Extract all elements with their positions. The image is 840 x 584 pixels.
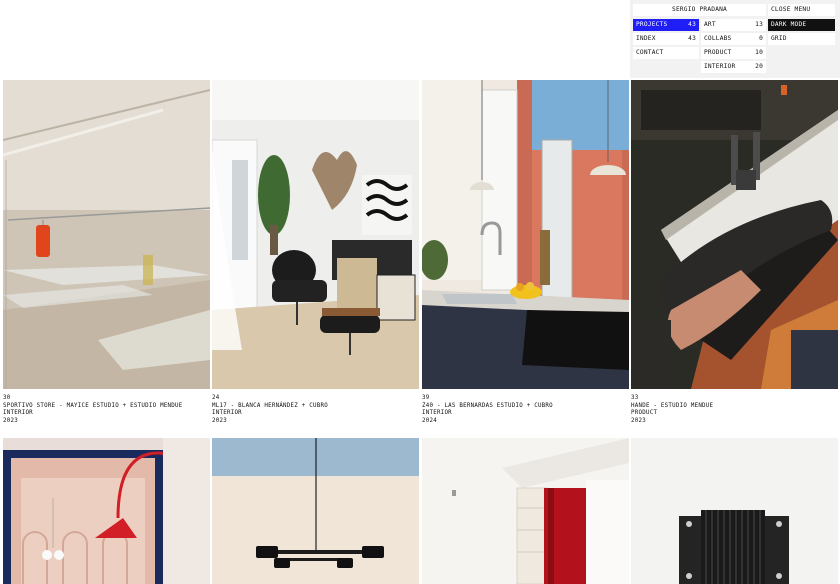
close-menu-button[interactable]: CLOSE MENU <box>768 4 835 16</box>
project-category: INTERIOR <box>212 410 242 417</box>
project-number: 39 <box>422 395 430 401</box>
close-menu-label: CLOSE MENU <box>771 6 811 13</box>
menu-item-label: INTERIOR <box>704 63 736 70</box>
project-year: 2023 <box>631 417 646 424</box>
project-number: 33 <box>631 395 639 401</box>
dark-mode-toggle[interactable]: DARK MODE <box>768 19 835 31</box>
menu-item-count: 20 <box>755 63 763 70</box>
menu-item-count: 10 <box>755 49 763 56</box>
menu-item-collabs[interactable]: COLLABS 0 <box>701 33 766 45</box>
living-room-image <box>212 80 419 389</box>
project-tile-8[interactable] <box>631 438 838 584</box>
pendant-lamp-image <box>212 438 419 584</box>
menu-item-product[interactable]: PRODUCT 10 <box>701 47 766 59</box>
project-category: INTERIOR <box>422 410 452 417</box>
project-title[interactable]: ML17 - BLANCA HERNÁNDEZ + CUBRO <box>212 403 328 411</box>
menu-item-label: INDEX <box>636 35 656 42</box>
project-tile-7[interactable] <box>422 438 629 584</box>
project-title[interactable]: HANDE - ESTUDIO MENDUE <box>631 403 713 411</box>
project-tile-5[interactable] <box>3 438 210 584</box>
project-number: 24 <box>212 395 220 401</box>
project-tile-ml17[interactable] <box>212 80 419 389</box>
project-caption: 30 SPORTIVO STORE - MAYICE ESTUDIO + EST… <box>3 395 183 425</box>
project-tile-6[interactable] <box>212 438 419 584</box>
grid-label: GRID <box>771 35 787 42</box>
curtain-room-image <box>422 438 629 584</box>
project-number: 30 <box>3 395 11 401</box>
project-year: 2024 <box>422 417 437 424</box>
menu-item-label: PRODUCT <box>704 49 732 56</box>
project-tile-sportivo-store[interactable] <box>3 80 210 389</box>
store-interior-image <box>3 80 210 389</box>
project-caption: 24 ML17 - BLANCA HERNÁNDEZ + CUBRO INTER… <box>212 395 328 425</box>
project-year: 2023 <box>212 417 227 424</box>
menu-item-label: ART <box>704 21 716 28</box>
menu-item-label: CONTACT <box>636 49 664 56</box>
menu-item-index[interactable]: INDEX 43 <box>633 33 699 45</box>
menu-item-count: 43 <box>688 21 696 28</box>
sculpture-image <box>631 438 838 584</box>
menu-item-contact[interactable]: CONTACT <box>633 47 699 59</box>
project-category: INTERIOR <box>3 410 33 417</box>
brand-label: SERGIO PRADANA <box>672 6 727 13</box>
leather-roll-image <box>631 80 838 389</box>
menu-item-art[interactable]: ART 13 <box>701 19 766 31</box>
project-category: PRODUCT <box>631 410 658 417</box>
menu-item-count: 13 <box>755 21 763 28</box>
project-tile-z40[interactable] <box>422 80 629 389</box>
project-tile-hande[interactable] <box>631 80 838 389</box>
dark-mode-label: DARK MODE <box>771 21 807 28</box>
project-title[interactable]: SPORTIVO STORE - MAYICE ESTUDIO + ESTUDI… <box>3 403 183 411</box>
project-title[interactable]: Z40 - LAS BERNARDAS ESTUDIO + CUBRO <box>422 403 553 411</box>
kitchen-image <box>422 80 629 389</box>
arch-lamp-image <box>3 438 210 584</box>
menu-item-count: 43 <box>688 35 696 42</box>
menu-item-projects[interactable]: PROJECTS 43 <box>633 19 699 31</box>
navigation-menu: SERGIO PRADANA CLOSE MENU PROJECTS 43 AR… <box>630 0 840 78</box>
menu-item-interior[interactable]: INTERIOR 20 <box>701 61 766 73</box>
project-caption: 39 Z40 - LAS BERNARDAS ESTUDIO + CUBRO I… <box>422 395 553 425</box>
menu-item-count: 0 <box>759 35 763 42</box>
menu-item-label: COLLABS <box>704 35 732 42</box>
project-year: 2023 <box>3 417 18 424</box>
grid-view-button[interactable]: GRID <box>768 33 835 45</box>
site-brand-link[interactable]: SERGIO PRADANA <box>633 4 766 16</box>
project-caption: 33 HANDE - ESTUDIO MENDUE PRODUCT 2023 <box>631 395 713 425</box>
menu-item-label: PROJECTS <box>636 21 668 28</box>
